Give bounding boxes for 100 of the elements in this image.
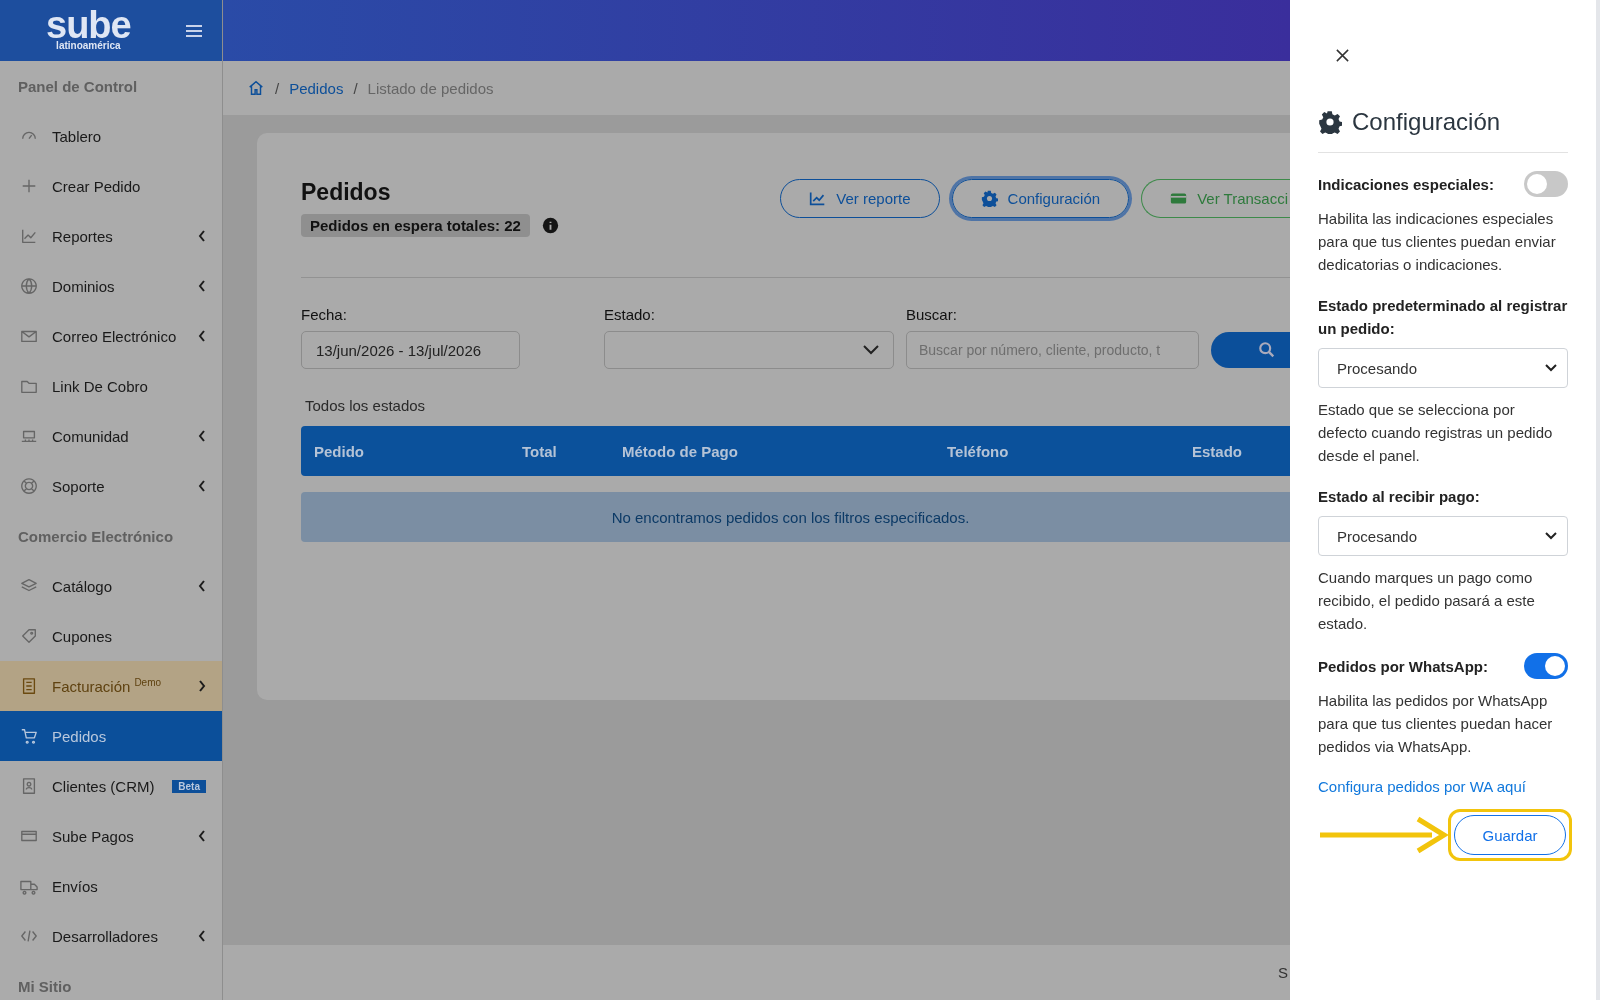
line-chart-icon — [20, 227, 38, 245]
status-select[interactable]: Procesando — [1318, 516, 1568, 556]
logo-subtitle: latinoamérica — [56, 39, 121, 52]
sidebar-item[interactable]: Facturación $^{Demo}$ — [0, 661, 222, 711]
chevron-down-icon — [863, 345, 879, 355]
gear-icon — [1318, 110, 1342, 134]
sidebar-item[interactable]: Link De Cobro — [0, 361, 222, 411]
search-field[interactable]: Buscar por número, cliente, producto, t — [906, 331, 1199, 369]
setting-description: Habilita las indicaciones especiales para que tus clientes puedan enviar dedicatorias o indicaciones. — [1318, 209, 1557, 275]
search-icon — [1258, 341, 1276, 359]
chevron-right-icon — [198, 680, 206, 692]
menu-icon[interactable] — [186, 23, 202, 38]
breadcrumb-item: Listado de pedidos — [367, 79, 494, 97]
gear-icon — [980, 190, 998, 207]
sidebar-item-label: Facturación $^{Demo}$ — [52, 677, 163, 695]
sidebar-item[interactable]: Clientes (CRM) Beta — [0, 761, 222, 811]
sidebar-item-label: Envíos — [52, 877, 99, 895]
sidebar-item-label: Comunidad — [52, 427, 130, 445]
drawer-title: Configuración — [1352, 108, 1501, 136]
chevron-left-icon — [198, 230, 206, 242]
column-header: Total — [522, 442, 558, 460]
sidebar-item[interactable]: Comunidad — [0, 411, 222, 461]
sidebar-item-label: Cupones — [52, 627, 114, 645]
sidebar-item[interactable]: Reportes — [0, 211, 222, 261]
save-button[interactable]: Guardar — [1454, 815, 1566, 855]
chevron-left-icon — [198, 430, 206, 442]
sidebar-item[interactable]: Pedidos — [0, 711, 222, 761]
sidebar-item[interactable]: Envíos — [0, 861, 222, 911]
sidebar-item[interactable]: Catálogo — [0, 561, 222, 611]
column-header: Método de Pago — [622, 442, 739, 460]
sidebar-item[interactable]: Desarrolladores — [0, 911, 222, 961]
sidebar-item-label: Pedidos — [52, 727, 108, 745]
sidebar-item-label: Link De Cobro — [52, 377, 149, 395]
credit-card-icon — [1170, 190, 1188, 207]
sidebar-item-label: Desarrolladores — [52, 927, 159, 945]
sidebar-item[interactable]: Crear Pedido — [0, 161, 222, 211]
breadcrumb-separator: / — [353, 79, 358, 97]
pending-orders-badge: Pedidos en espera totales: 22 — [301, 214, 530, 237]
lifebuoy-icon — [20, 477, 38, 495]
info-icon[interactable] — [541, 217, 559, 234]
status-select[interactable]: Procesando — [1318, 348, 1568, 388]
chevron-left-icon — [198, 580, 206, 592]
sidebar-item[interactable]: Dominios — [0, 261, 222, 311]
column-header: Pedido — [314, 442, 365, 460]
chevron-left-icon — [198, 480, 206, 492]
chevron-down-icon — [1545, 364, 1557, 372]
date-range-field[interactable]: 13/jun/2026 - 13/jul/2026 — [301, 331, 520, 369]
chevron-left-icon — [198, 930, 206, 942]
sidebar-item-label: Soporte — [52, 477, 106, 495]
sidebar-heading: Comercio Electrónico — [17, 526, 175, 547]
toggle-switch[interactable] — [1524, 653, 1568, 679]
sidebar-item[interactable]: Cupones — [0, 611, 222, 661]
close-icon[interactable] — [1335, 48, 1350, 63]
sidebar-item-label: Correo Electrónico — [52, 327, 178, 345]
status-label: Estado: — [604, 306, 656, 323]
status-caption: Todos los estados — [305, 397, 427, 414]
cart-icon — [20, 727, 38, 745]
setting-label: Indicaciones especiales: — [1318, 174, 1494, 195]
tag-icon — [20, 627, 38, 645]
chevron-left-icon — [198, 280, 206, 292]
footer-text: S — [1278, 964, 1289, 981]
line-chart-icon — [809, 190, 827, 207]
search-label: Buscar: — [906, 306, 958, 323]
setting-description: Estado que se selecciona por defecto cuando registras un pedido desde el panel. — [1318, 400, 1554, 466]
sidebar-item-label: Crear Pedido — [52, 177, 142, 195]
sidebar-heading: Mi Sitio — [17, 976, 73, 997]
setting-label: Estado al recibir pago: — [1318, 487, 1481, 507]
sidebar-item[interactable]: Soporte — [0, 461, 222, 511]
beta-badge: Beta — [172, 779, 206, 793]
setting-label: Estado predeterminado al registrar un pedido: — [1318, 296, 1568, 339]
setting-label: Pedidos por WhatsApp: — [1318, 656, 1488, 677]
column-header: Estado — [1192, 442, 1243, 460]
date-label: Fecha: — [301, 306, 348, 323]
chevron-left-icon — [198, 830, 206, 842]
sidebar-item-label: Catálogo — [52, 577, 114, 595]
sidebar-heading: Panel de Control — [17, 76, 139, 97]
sidebar-item-label: Sube Pagos — [52, 827, 135, 845]
toggle-switch[interactable] — [1524, 171, 1568, 197]
setting-description: Habilita las pedidos por WhatsApp para que tus clientes puedan hacer pedidos via WhatsApp. — [1318, 691, 1554, 757]
logo: sube — [46, 9, 131, 40]
column-header: Teléfono — [947, 442, 1010, 460]
whatsapp-config-link[interactable]: Configura pedidos por WA aquí — [1318, 778, 1568, 795]
breadcrumb-item[interactable]: Pedidos — [289, 79, 344, 97]
setting-description: Cuando marques un pago como recibido, el pedido pasará a este estado. — [1318, 568, 1536, 634]
chevron-left-icon — [198, 330, 206, 342]
sidebar-item-label: Clientes (CRM) — [52, 777, 156, 795]
home-icon[interactable] — [247, 79, 265, 97]
sidebar-item-label: Reportes — [52, 227, 114, 245]
search-button[interactable] — [1211, 332, 1290, 368]
plus-icon — [20, 177, 38, 195]
sidebar-item[interactable]: Sube Pagos — [0, 811, 222, 861]
globe-icon — [20, 277, 38, 295]
empty-message: No encontramos pedidos con los filtros especificados. — [611, 508, 970, 526]
settings-button[interactable]: Configuración — [951, 179, 1130, 218]
page-title: Pedidos — [301, 179, 392, 206]
sidebar-item-label: Dominios — [52, 277, 116, 295]
sidebar-item[interactable]: Correo Electrónico — [0, 311, 222, 361]
breadcrumb-separator: / — [275, 79, 280, 97]
contact-card-icon — [20, 777, 38, 795]
sidebar-item[interactable]: Tablero — [0, 111, 222, 161]
